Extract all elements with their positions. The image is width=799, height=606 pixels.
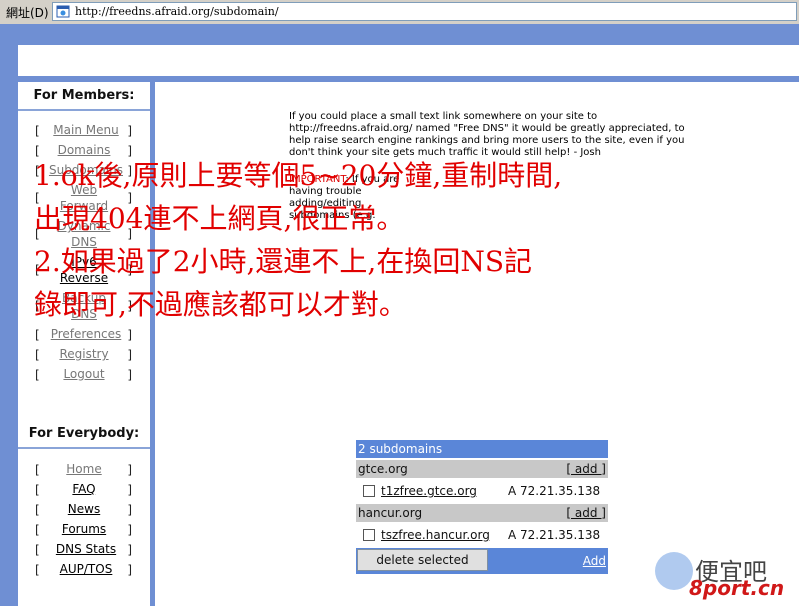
sidebar-item-registry: [ Registry ] xyxy=(18,345,150,365)
sidebar-item-news: [ News ] xyxy=(18,500,150,520)
address-bar: 網址(D) http://freedns.afraid.org/subdomai… xyxy=(0,0,799,25)
page-icon xyxy=(56,5,70,18)
main-menu-link[interactable]: Main Menu xyxy=(42,122,130,138)
url-input[interactable]: http://freedns.afraid.org/subdomain/ xyxy=(52,2,797,21)
subdomains-count: 2 subdomains xyxy=(358,442,443,456)
sidebar-item-home: [ Home ] xyxy=(18,460,150,480)
members-divider xyxy=(18,109,150,111)
bracket-left: [ xyxy=(35,503,40,517)
delete-selected-button[interactable]: delete selected xyxy=(357,549,488,571)
bracket-right: ] xyxy=(127,368,132,382)
preferences-link[interactable]: Preferences xyxy=(42,326,130,342)
bracket-left: [ xyxy=(35,543,40,557)
page-top-band xyxy=(0,24,799,44)
bracket-right: ] xyxy=(127,328,132,342)
registry-link[interactable]: Registry xyxy=(42,346,126,362)
bracket-right: ] xyxy=(127,503,132,517)
logout-link[interactable]: Logout xyxy=(42,366,126,382)
bracket-left: [ xyxy=(35,563,40,577)
bracket-left: [ xyxy=(35,463,40,477)
sidebar-item-dns-stats: [ DNS Stats ] xyxy=(18,540,150,560)
sidebar-item-faq: [ FAQ ] xyxy=(18,480,150,500)
sidebar-item-logout: [ Logout ] xyxy=(18,365,150,385)
everybody-divider xyxy=(18,447,150,449)
select-checkbox[interactable] xyxy=(363,485,375,497)
subdomain-host-link[interactable]: t1zfree.gtce.org xyxy=(381,484,477,498)
everybody-heading: For Everybody: xyxy=(28,426,140,441)
forums-link[interactable]: Forums xyxy=(42,521,126,537)
bracket-right: ] xyxy=(127,523,132,537)
annotation-overlay: 1.ok後,原則上要等個5~20分鐘,重制時間, 出現404連不上網頁,很正常。… xyxy=(34,154,639,326)
link-request-text: If you could place a small text link som… xyxy=(289,111,685,158)
subdomain-host-link[interactable]: tszfree.hancur.org xyxy=(381,528,490,542)
news-link[interactable]: News xyxy=(42,501,126,517)
watermark-logo-icon xyxy=(655,552,693,590)
bracket-right: ] xyxy=(127,124,132,138)
home-link[interactable]: Home xyxy=(42,461,126,477)
add-subdomain-link[interactable]: [ add ] xyxy=(566,462,606,476)
add-subdomain-link[interactable]: [ add ] xyxy=(566,506,606,520)
subdomain-row: tszfree.hancur.org A 72.21.35.138 xyxy=(356,524,608,546)
watermark: 便宜吧 8port.cn xyxy=(655,552,795,602)
record-type: A xyxy=(508,484,517,498)
members-heading: For Members: xyxy=(33,88,135,103)
domain-name: hancur.org xyxy=(358,506,423,520)
bracket-right: ] xyxy=(127,483,132,497)
record-ip: 72.21.35.138 xyxy=(520,528,601,542)
domain-name: gtce.org xyxy=(358,462,408,476)
bracket-left: [ xyxy=(35,348,40,362)
url-text: http://freedns.afraid.org/subdomain/ xyxy=(75,5,279,18)
subdomain-row: t1zfree.gtce.org A 72.21.35.138 xyxy=(356,480,608,502)
bracket-left: [ xyxy=(35,523,40,537)
watermark-url: 8port.cn xyxy=(689,576,785,600)
bracket-right: ] xyxy=(127,348,132,362)
sidebar-item-forums: [ Forums ] xyxy=(18,520,150,540)
dns-stats-link[interactable]: DNS Stats xyxy=(42,541,130,557)
bracket-left: [ xyxy=(35,328,40,342)
bracket-left: [ xyxy=(35,483,40,497)
sidebar-item-preferences: [ Preferences ] xyxy=(18,325,150,345)
annotation-line: 錄即可,不過應該都可以才對。 xyxy=(34,288,407,321)
page-header xyxy=(18,45,799,76)
annotation-line: 1.ok後,原則上要等個5~20分鐘,重制時間, xyxy=(34,159,563,192)
sidebar-item-main-menu: [ Main Menu ] xyxy=(18,121,150,141)
sidebar-item-aup-tos: [ AUP/TOS ] xyxy=(18,560,150,580)
aup-tos-link[interactable]: AUP/TOS xyxy=(42,561,130,577)
faq-link[interactable]: FAQ xyxy=(42,481,126,497)
bracket-left: [ xyxy=(35,124,40,138)
bracket-right: ] xyxy=(127,563,132,577)
everybody-menu: [ Home ] [ FAQ ] [ News ] [ Forums ] [ D… xyxy=(18,460,150,580)
domain-row: hancur.org [ add ] xyxy=(356,504,608,522)
address-label: 網址(D) xyxy=(6,6,49,20)
record-type: A xyxy=(508,528,517,542)
bracket-left: [ xyxy=(35,368,40,382)
subdomains-header: 2 subdomains xyxy=(356,440,608,458)
bracket-right: ] xyxy=(127,543,132,557)
select-checkbox[interactable] xyxy=(363,529,375,541)
subdomains-table: 2 subdomains gtce.org [ add ] t1zfree.gt… xyxy=(356,440,608,574)
bracket-right: ] xyxy=(127,463,132,477)
record-ip: 72.21.35.138 xyxy=(520,484,601,498)
add-link[interactable]: Add xyxy=(583,554,606,568)
domain-row: gtce.org [ add ] xyxy=(356,460,608,478)
table-footer: delete selected Add xyxy=(356,548,608,574)
annotation-line: 2.如果過了2小時,還連不上,在換回NS記 xyxy=(34,245,533,278)
annotation-line: 出現404連不上網頁,很正常。 xyxy=(34,202,405,235)
